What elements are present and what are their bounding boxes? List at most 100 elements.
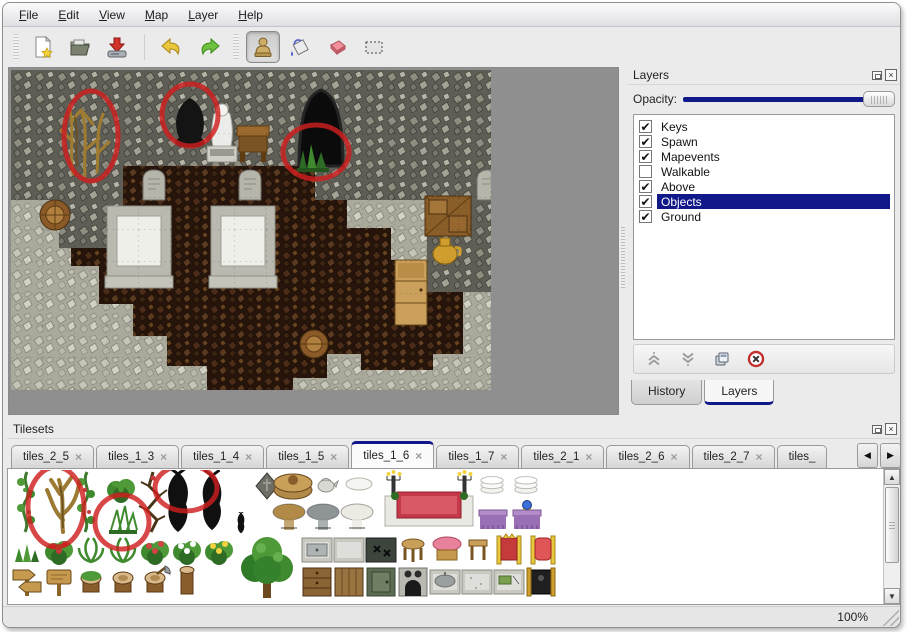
tile-candle-altar bbox=[385, 470, 473, 526]
stamp-tool-button[interactable] bbox=[246, 31, 280, 63]
tab-close-icon[interactable]: × bbox=[160, 451, 167, 463]
tab-close-icon[interactable]: × bbox=[585, 451, 592, 463]
tab-close-icon[interactable]: × bbox=[670, 451, 677, 463]
tileset-tab-label: tiles_2_5 bbox=[23, 451, 69, 463]
opacity-slider-handle[interactable] bbox=[863, 91, 895, 107]
scroll-tabs-right-button[interactable]: ▶ bbox=[880, 443, 901, 468]
tileset-tab-label: tiles_2_6 bbox=[618, 451, 664, 463]
delete-layer-button[interactable] bbox=[746, 349, 766, 369]
menu-bar: FileEditViewMapLayerHelp bbox=[3, 3, 900, 27]
tileset-tab-tiles_[interactable]: tiles_ bbox=[777, 445, 827, 468]
zoom-level: 100% bbox=[837, 610, 868, 624]
layer-visibility-checkbox[interactable]: ✔ bbox=[639, 120, 652, 133]
tab-close-icon[interactable]: × bbox=[245, 451, 252, 463]
tileset-tab-tiles_2_7[interactable]: tiles_2_7 × bbox=[692, 445, 775, 468]
layer-row-ground[interactable]: ✔Ground bbox=[636, 209, 892, 224]
tileset-tab-tiles_2_6[interactable]: tiles_2_6 × bbox=[606, 445, 689, 468]
layer-row-walkable[interactable]: Walkable bbox=[636, 164, 892, 179]
float-panel-icon[interactable] bbox=[872, 425, 882, 434]
save-button[interactable] bbox=[100, 31, 134, 63]
tileset-tab-tiles_1_5[interactable]: tiles_1_5 × bbox=[266, 445, 349, 468]
tileset-tab-tiles_2_1[interactable]: tiles_2_1× bbox=[521, 445, 604, 468]
layer-visibility-checkbox[interactable]: ✔ bbox=[639, 195, 652, 208]
tileset-tab-label: tiles_1_3 bbox=[108, 451, 154, 463]
tileset-canvas[interactable] bbox=[9, 470, 859, 602]
layer-visibility-checkbox[interactable] bbox=[639, 165, 652, 178]
fill-tool-button[interactable] bbox=[283, 31, 317, 63]
panel-tab-layers[interactable]: Layers bbox=[704, 380, 774, 405]
layers-panel: Layers × Opacity: ✔Keys✔Spawn✔MapeventsW… bbox=[627, 66, 901, 417]
tileset-tab-tiles_1_7[interactable]: tiles_1_7 × bbox=[436, 445, 519, 468]
menu-help[interactable]: Help bbox=[228, 6, 273, 24]
layer-row-objects[interactable]: ✔Objects bbox=[636, 194, 892, 209]
tab-close-icon[interactable]: × bbox=[330, 451, 337, 463]
layer-name: Above bbox=[657, 180, 699, 194]
menu-view[interactable]: View bbox=[89, 6, 135, 24]
select-tool-button[interactable] bbox=[357, 31, 391, 63]
layer-visibility-checkbox[interactable]: ✔ bbox=[639, 180, 652, 193]
new-file-button[interactable] bbox=[26, 31, 60, 63]
layer-row-above[interactable]: ✔ Above bbox=[636, 179, 892, 194]
toolbar-drag-handle[interactable] bbox=[233, 34, 239, 60]
layers-panel-title: Layers bbox=[633, 68, 669, 82]
open-button[interactable] bbox=[63, 31, 97, 63]
layer-list[interactable]: ✔Keys✔Spawn✔MapeventsWalkable✔Above✔Obje… bbox=[633, 114, 895, 340]
menu-map[interactable]: Map bbox=[135, 6, 178, 24]
close-panel-icon[interactable]: × bbox=[885, 69, 897, 81]
tileset-tab-label: tiles_1_5 bbox=[278, 451, 324, 463]
delete-icon bbox=[747, 350, 765, 368]
tab-close-icon[interactable]: × bbox=[756, 451, 763, 463]
selection-icon bbox=[362, 35, 386, 59]
panel-splitter[interactable] bbox=[619, 67, 626, 415]
scroll-up-button[interactable]: ▲ bbox=[884, 469, 900, 485]
layer-row-keys[interactable]: ✔ Keys bbox=[636, 119, 892, 134]
toolbar-separator bbox=[144, 34, 145, 60]
move-layer-up-button[interactable] bbox=[644, 349, 664, 369]
tileset-view[interactable]: ▲ ▼ bbox=[7, 468, 901, 605]
layer-visibility-checkbox[interactable]: ✔ bbox=[639, 150, 652, 163]
tile-dark-tree bbox=[168, 470, 188, 532]
map-view[interactable] bbox=[8, 67, 619, 415]
layers-panel-header: Layers × bbox=[627, 66, 901, 85]
tileset-tab-tiles_1_3[interactable]: tiles_1_3 × bbox=[96, 445, 179, 468]
tab-close-icon[interactable]: × bbox=[415, 450, 422, 462]
float-panel-icon[interactable] bbox=[872, 71, 882, 80]
tileset-tab-tiles_1_6[interactable]: tiles_1_6 × bbox=[351, 441, 434, 468]
resize-grip[interactable] bbox=[880, 607, 899, 626]
tab-close-icon[interactable]: × bbox=[75, 451, 82, 463]
layer-row-spawn[interactable]: ✔Spawn bbox=[636, 134, 892, 149]
tileset-tab-label: tiles_2_7 bbox=[704, 451, 750, 463]
tileset-tab-tiles_2_5[interactable]: tiles_2_5 × bbox=[11, 445, 94, 468]
menu-file[interactable]: File bbox=[9, 6, 48, 24]
tileset-tiles[interactable] bbox=[13, 470, 555, 598]
tileset-tab-label: tiles_1_6 bbox=[363, 450, 409, 462]
scroll-tabs-left-button[interactable]: ◀ bbox=[857, 443, 878, 468]
menu-edit[interactable]: Edit bbox=[48, 6, 89, 24]
duplicate-layer-button[interactable] bbox=[712, 349, 732, 369]
layer-visibility-checkbox[interactable]: ✔ bbox=[639, 210, 652, 223]
map-canvas[interactable] bbox=[11, 70, 491, 390]
layer-row-mapevents[interactable]: ✔Mapevents bbox=[636, 149, 892, 164]
tileset-scrollbar[interactable]: ▲ ▼ bbox=[883, 469, 900, 604]
layer-buttons bbox=[633, 344, 895, 374]
panel-tab-history[interactable]: History bbox=[631, 380, 702, 405]
layer-visibility-checkbox[interactable]: ✔ bbox=[639, 135, 652, 148]
menu-layer[interactable]: Layer bbox=[178, 6, 228, 24]
eraser-tool-button[interactable] bbox=[320, 31, 354, 63]
close-panel-icon[interactable]: × bbox=[885, 423, 897, 435]
undo-button[interactable] bbox=[155, 31, 189, 63]
scrollbar-thumb[interactable] bbox=[885, 487, 899, 563]
toolbar-drag-handle[interactable] bbox=[13, 34, 19, 60]
opacity-slider[interactable] bbox=[683, 90, 895, 108]
tileset-tab-label: tiles_1_7 bbox=[448, 451, 494, 463]
tileset-tab-tiles_1_4[interactable]: tiles_1_4× bbox=[181, 445, 264, 468]
tab-close-icon[interactable]: × bbox=[500, 451, 507, 463]
opacity-slider-track[interactable] bbox=[683, 97, 893, 102]
scroll-down-button[interactable]: ▼ bbox=[884, 588, 900, 604]
move-layer-down-button[interactable] bbox=[678, 349, 698, 369]
tilesets-panel-header: Tilesets × bbox=[7, 420, 901, 439]
duplicate-icon bbox=[713, 350, 731, 368]
redo-button[interactable] bbox=[192, 31, 226, 63]
chevron-down-icon bbox=[679, 350, 697, 368]
layer-name: Keys bbox=[657, 120, 692, 134]
